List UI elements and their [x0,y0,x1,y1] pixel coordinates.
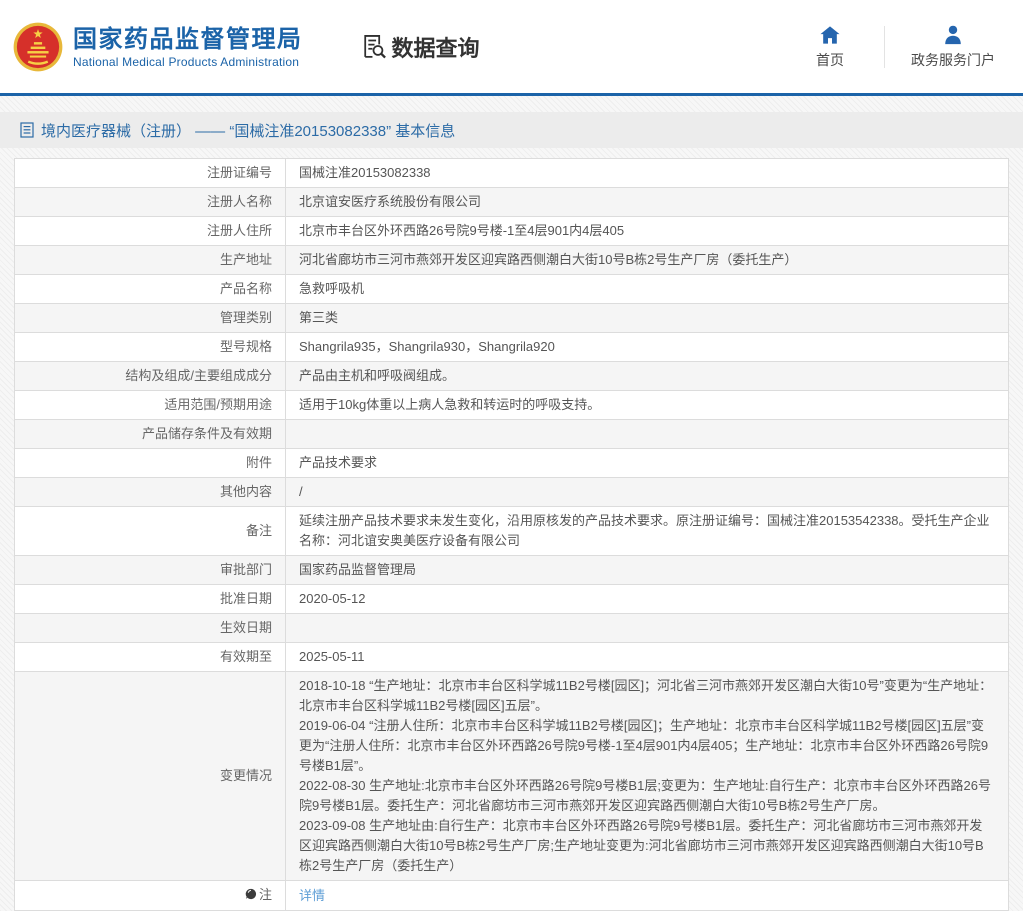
row-value: 国械注准20153082338 [286,159,1009,188]
table-row: 产品名称急救呼吸机 [15,275,1009,304]
row-label: 生效日期 [15,614,286,643]
home-icon [819,23,841,45]
row-value [286,420,1009,449]
page-title-bar: 境内医疗器械（注册） —— “国械注准20153082338” 基本信息 [0,112,1023,148]
table-row: 注册人住所北京市丰台区外环西路26号院9号楼-1至4层901内4层405 [15,217,1009,246]
table-row: 适用范围/预期用途适用于10kg体重以上病人急救和转运时的呼吸支持。 [15,391,1009,420]
nav-home-label: 首页 [816,50,844,70]
table-row: 注册人名称北京谊安医疗系统股份有限公司 [15,188,1009,217]
table-row: 附件产品技术要求 [15,449,1009,478]
table-row: 注册证编号国械注准20153082338 [15,159,1009,188]
row-value: 河北省廊坊市三河市燕郊开发区迎宾路西侧潮白大街10号B栋2号生产厂房（委托生产） [286,246,1009,275]
row-label: 结构及组成/主要组成成分 [15,362,286,391]
row-value: 2025-05-11 [286,643,1009,672]
row-label: 批准日期 [15,585,286,614]
row-label: 注册人名称 [15,188,286,217]
table-row: 型号规格Shangrila935，Shangrila930，Shangrila9… [15,333,1009,362]
row-value: 北京市丰台区外环西路26号院9号楼-1至4层901内4层405 [286,217,1009,246]
table-row: 产品储存条件及有效期 [15,420,1009,449]
logo-text: 国家药品监督管理局 National Medical Products Admi… [73,25,303,69]
row-label: 变更情况 [15,672,286,881]
table-row: 变更情况2018-10-18 “生产地址：北京市丰台区科学城11B2号楼[园区]… [15,672,1009,881]
site-subtitle: National Medical Products Administration [73,55,303,69]
header-nav: 首页 政务服务门户 [802,23,995,70]
row-value: 延续注册产品技术要求未发生变化，沿用原核发的产品技术要求。原注册证编号：国械注准… [286,507,1009,556]
national-emblem-icon [12,21,64,73]
nav-home[interactable]: 首页 [802,23,858,70]
row-label: 产品储存条件及有效期 [15,420,286,449]
row-label: 附件 [15,449,286,478]
table-row: 审批部门国家药品监督管理局 [15,556,1009,585]
row-value: 北京谊安医疗系统股份有限公司 [286,188,1009,217]
table-row: 生效日期 [15,614,1009,643]
row-value: 第三类 [286,304,1009,333]
data-query-heading: 数据查询 [359,31,480,63]
row-label: 型号规格 [15,333,286,362]
row-label: 有效期至 [15,643,286,672]
nmpa-logo[interactable]: 国家药品监督管理局 National Medical Products Admi… [12,21,303,73]
nav-portal[interactable]: 政务服务门户 [911,23,995,70]
nav-portal-label: 政务服务门户 [911,50,995,70]
table-row: 结构及组成/主要组成成分产品由主机和呼吸阀组成。 [15,362,1009,391]
row-label: 适用范围/预期用途 [15,391,286,420]
row-value: 急救呼吸机 [286,275,1009,304]
site-title: 国家药品监督管理局 [73,25,303,55]
row-value: 2018-10-18 “生产地址：北京市丰台区科学城11B2号楼[园区]；河北省… [286,672,1009,881]
table-wrap: 注册证编号国械注准20153082338注册人名称北京谊安医疗系统股份有限公司注… [14,158,1009,911]
row-label: 审批部门 [15,556,286,585]
row-label: 管理类别 [15,304,286,333]
nav-divider [884,26,885,68]
row-label: 其他内容 [15,478,286,507]
page-title: 境内医疗器械（注册） —— “国械注准20153082338” 基本信息 [41,120,455,141]
table-row: 生产地址河北省廊坊市三河市燕郊开发区迎宾路西侧潮白大街10号B栋2号生产厂房（委… [15,246,1009,275]
table-row: 有效期至2025-05-11 [15,643,1009,672]
row-label: 备注 [15,507,286,556]
content: 境内医疗器械（注册） —— “国械注准20153082338” 基本信息 注册证… [0,96,1023,911]
info-table: 注册证编号国械注准20153082338注册人名称北京谊安医疗系统股份有限公司注… [14,158,1009,911]
table-row: 备注延续注册产品技术要求未发生变化，沿用原核发的产品技术要求。原注册证编号：国械… [15,507,1009,556]
doc-search-icon [359,32,388,61]
page: 国家药品监督管理局 National Medical Products Admi… [0,0,1023,896]
user-icon [942,23,964,45]
row-value: 国家药品监督管理局 [286,556,1009,585]
row-value: 产品由主机和呼吸阀组成。 [286,362,1009,391]
document-icon [20,122,34,138]
note-icon [245,886,257,906]
row-label: 产品名称 [15,275,286,304]
row-label: 注册人住所 [15,217,286,246]
row-value: Shangrila935，Shangrila930，Shangrila920 [286,333,1009,362]
data-query-label: 数据查询 [392,31,480,63]
details-link[interactable]: 详情 [299,888,325,903]
row-label: 生产地址 [15,246,286,275]
table-row: 其他内容/ [15,478,1009,507]
info-table-body: 注册证编号国械注准20153082338注册人名称北京谊安医疗系统股份有限公司注… [15,159,1009,911]
table-row: 管理类别第三类 [15,304,1009,333]
row-value: 适用于10kg体重以上病人急救和转运时的呼吸支持。 [286,391,1009,420]
row-value: 产品技术要求 [286,449,1009,478]
site-header: 国家药品监督管理局 National Medical Products Admi… [0,0,1023,93]
table-row: 批准日期2020-05-12 [15,585,1009,614]
row-value: 2020-05-12 [286,585,1009,614]
row-value: / [286,478,1009,507]
row-value [286,614,1009,643]
row-label: 注册证编号 [15,159,286,188]
